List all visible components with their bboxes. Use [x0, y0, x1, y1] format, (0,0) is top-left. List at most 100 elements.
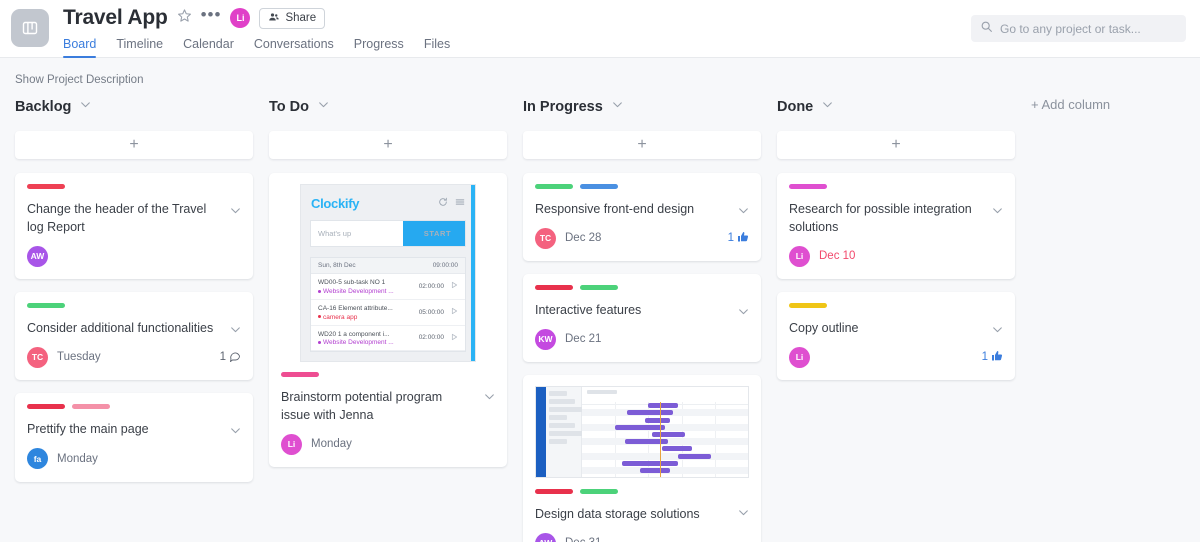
tab-files[interactable]: Files — [424, 37, 450, 58]
card-label — [27, 184, 65, 189]
card-title: Copy outline — [789, 321, 859, 336]
tab-board[interactable]: Board — [63, 37, 97, 58]
add-card-button[interactable]: + — [523, 131, 761, 159]
play-icon — [450, 333, 458, 343]
column-title: To Do — [269, 99, 309, 115]
column-header[interactable]: To Do — [269, 96, 507, 118]
task-card[interactable]: Interactive features KW Dec 21 — [523, 274, 761, 363]
card-label — [27, 404, 65, 410]
tab-progress[interactable]: Progress — [354, 37, 404, 58]
card-like-count[interactable]: 1 — [982, 350, 1003, 365]
card-footer: TC Dec 28 1 — [535, 227, 749, 249]
star-icon[interactable] — [177, 8, 192, 28]
avatar[interactable]: Li — [281, 433, 302, 455]
chevron-down-icon[interactable] — [79, 98, 92, 116]
column-header[interactable]: In Progress — [523, 96, 761, 118]
chevron-down-icon[interactable] — [991, 204, 1004, 222]
task-card[interactable]: Prettify the main page fa Monday — [15, 393, 253, 482]
card-labels — [27, 184, 241, 189]
task-card[interactable]: Copy outline Li 1 — [777, 292, 1015, 381]
card-label — [580, 285, 618, 291]
clockify-start-button[interactable]: START — [403, 221, 465, 246]
card-like-count[interactable]: 1 — [728, 231, 749, 246]
task-card[interactable]: Responsive front-end design TC Dec 28 1 — [523, 173, 761, 262]
clockify-timer-input[interactable]: What's up START — [310, 220, 466, 247]
clockify-entry-project: Website Development ... — [318, 339, 394, 346]
chevron-down-icon[interactable] — [483, 390, 496, 408]
card-labels — [281, 372, 495, 377]
card-title: Responsive front-end design — [535, 202, 695, 216]
comment-icon — [229, 350, 241, 365]
add-card-button[interactable]: + — [269, 131, 507, 159]
tab-calendar[interactable]: Calendar — [183, 37, 234, 58]
column-header[interactable]: Done — [777, 96, 1015, 118]
people-icon — [268, 11, 280, 26]
share-button[interactable]: Share — [259, 7, 326, 29]
avatar[interactable]: Li — [789, 346, 810, 368]
task-card[interactable]: Clockify What's up START Sun, 8th Dec 09… — [269, 173, 507, 468]
column-header[interactable]: Backlog — [15, 96, 253, 118]
task-card[interactable]: Research for possible integration soluti… — [777, 173, 1015, 280]
gantt-bar — [678, 453, 712, 459]
card-labels — [27, 404, 241, 410]
clockify-header: Clockify — [301, 185, 475, 218]
card-due-date: Dec 10 — [819, 250, 856, 263]
card-footer: AW Dec 31 — [535, 532, 749, 542]
chevron-down-icon[interactable] — [229, 204, 242, 222]
tab-conversations[interactable]: Conversations — [254, 37, 334, 58]
task-card[interactable]: Change the header of the Travel log Repo… — [15, 173, 253, 280]
chevron-down-icon[interactable] — [821, 98, 834, 116]
card-due-date: Dec 21 — [565, 333, 602, 346]
card-comment-count[interactable]: 1 — [220, 350, 241, 365]
chevron-down-icon[interactable] — [737, 305, 750, 323]
card-due-date: Monday — [311, 438, 352, 451]
avatar[interactable]: KW — [535, 328, 556, 350]
card-footer: KW Dec 21 — [535, 328, 749, 350]
show-project-description-link[interactable]: Show Project Description — [15, 74, 143, 86]
chevron-down-icon[interactable] — [737, 506, 750, 524]
card-label — [580, 184, 618, 189]
card-label — [580, 489, 618, 495]
chevron-down-icon[interactable] — [317, 98, 330, 116]
clockify-entry-project: Website Development ... — [318, 288, 394, 295]
card-title: Interactive features — [535, 303, 642, 318]
play-icon — [450, 307, 458, 317]
board-logo-icon[interactable] — [11, 9, 49, 47]
scrollbar[interactable] — [471, 185, 475, 361]
card-attachment-gantt[interactable] — [535, 386, 749, 479]
avatar[interactable]: Li — [230, 8, 251, 28]
search-bar[interactable] — [971, 15, 1186, 42]
gantt-bar — [651, 432, 685, 438]
board-column-to-do: To Do + Clockify What's up START Sun, 8t… — [269, 96, 507, 542]
card-title: Research for possible integration soluti… — [789, 202, 972, 235]
add-column-button[interactable]: + Add column — [1031, 97, 1110, 542]
search-icon — [980, 20, 993, 38]
avatar[interactable]: fa — [27, 448, 48, 469]
task-card[interactable]: Design data storage solutions AW Dec 31 — [523, 375, 761, 542]
avatar[interactable]: TC — [535, 227, 556, 249]
search-input[interactable] — [1000, 21, 1177, 36]
clockify-date-row: Sun, 8th Dec 09:00:00 — [311, 258, 465, 274]
card-attachment-clockify[interactable]: Clockify What's up START Sun, 8th Dec 09… — [300, 184, 476, 362]
board-column-in-progress: In Progress + Responsive front-end desig… — [523, 96, 761, 542]
avatar[interactable]: AW — [535, 532, 556, 542]
card-label — [789, 184, 827, 189]
card-title: Brainstorm potential program issue with … — [281, 390, 443, 423]
chevron-down-icon[interactable] — [991, 323, 1004, 341]
add-card-button[interactable]: + — [777, 131, 1015, 159]
chevron-down-icon[interactable] — [229, 424, 242, 442]
avatar[interactable]: TC — [27, 346, 48, 368]
board-column-backlog: Backlog + Change the header of the Trave… — [15, 96, 253, 542]
chevron-down-icon[interactable] — [229, 323, 242, 341]
chevron-down-icon[interactable] — [737, 204, 750, 222]
refresh-icon — [438, 194, 448, 212]
tab-timeline[interactable]: Timeline — [116, 37, 163, 58]
card-label — [281, 372, 319, 377]
avatar[interactable]: AW — [27, 245, 48, 267]
chevron-down-icon[interactable] — [611, 98, 624, 116]
more-options-icon[interactable]: ••• — [201, 6, 222, 26]
task-card[interactable]: Consider additional functionalities TC T… — [15, 292, 253, 381]
card-title: Consider additional functionalities — [27, 321, 214, 336]
add-card-button[interactable]: + — [15, 131, 253, 159]
avatar[interactable]: Li — [789, 245, 810, 267]
